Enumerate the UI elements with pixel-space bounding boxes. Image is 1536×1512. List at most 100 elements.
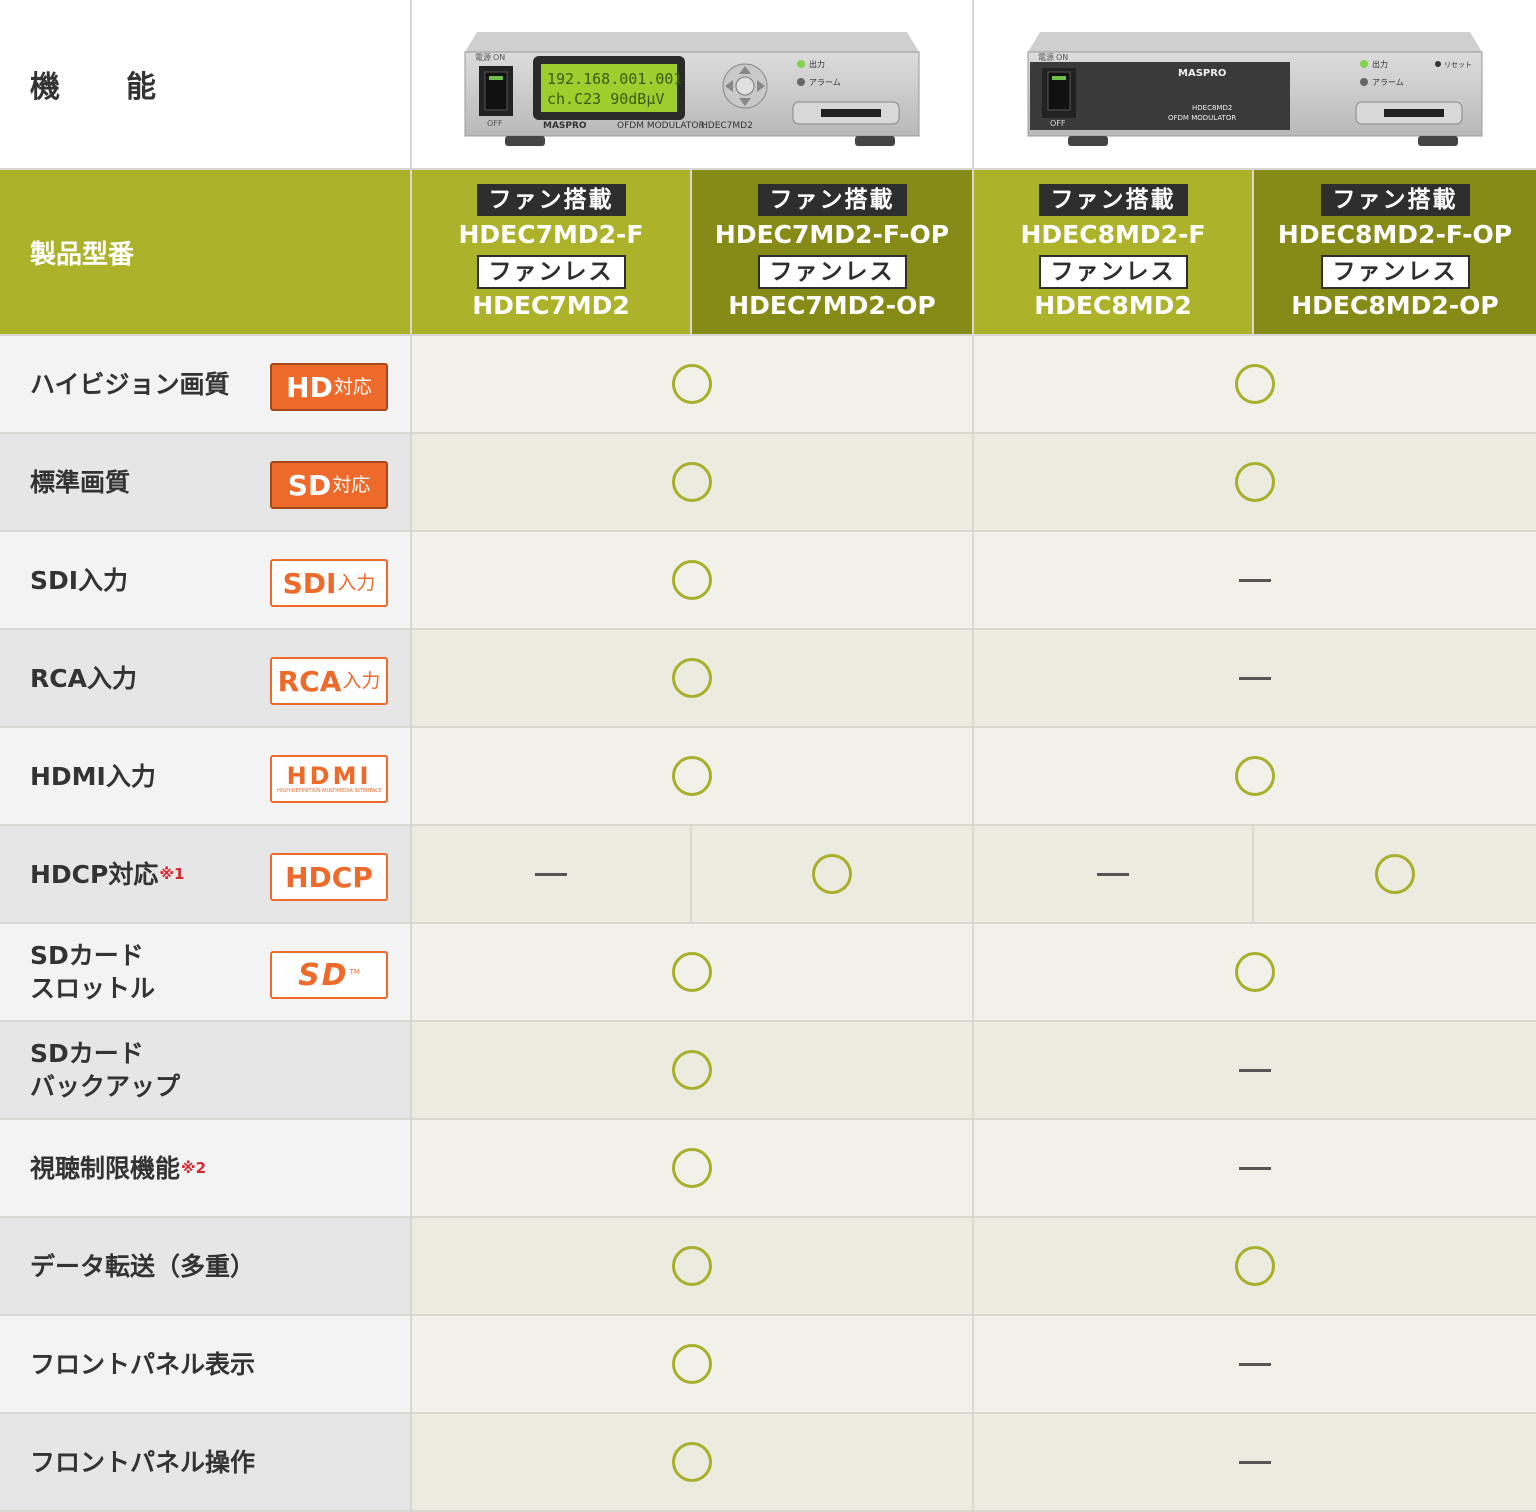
feature-value-hdec7	[412, 728, 972, 824]
badge-sub: HIGH-DEFINITION MULTIMEDIA INTERFACE	[277, 787, 382, 794]
feature-label: 視聴制限機能※2	[30, 1152, 206, 1185]
supported-circle-icon	[1235, 462, 1275, 502]
feature-value-hdec7	[412, 924, 972, 1020]
feature-label-line: バックアップ	[30, 1072, 181, 1101]
device-image-hdec8md2: 電源 ON OFF MASPRO HDEC8MD2 OFDM MODULATOR…	[974, 0, 1536, 168]
not-supported-dash-icon	[1239, 1166, 1271, 1170]
function-header-label: 機 能	[30, 70, 174, 105]
fanless-model-name: HDEC8MD2-OP	[1291, 291, 1499, 320]
badge-main: HDMI	[286, 761, 372, 790]
feature-label-cell: フロントパネル操作	[0, 1414, 410, 1510]
svg-text:MASPRO: MASPRO	[1178, 68, 1226, 79]
fan-model-name: HDEC8MD2-F-OP	[1277, 220, 1513, 249]
fanless-tag: ファンレス	[476, 255, 626, 289]
fan-tag: ファン搭載	[1320, 184, 1470, 216]
svg-text:MASPRO: MASPRO	[543, 121, 587, 131]
feature-label-cell: SDI入力 SDI 入力	[0, 532, 410, 628]
supported-circle-icon	[672, 658, 712, 698]
svg-text:電源: 電源	[1038, 53, 1054, 62]
not-supported-dash-icon	[1239, 676, 1271, 680]
feature-label-text: HDMI入力	[30, 761, 156, 791]
fanless-model-name: HDEC8MD2	[1034, 291, 1192, 320]
feature-value-hdec8	[974, 1316, 1536, 1412]
feature-value-hdec8	[974, 434, 1536, 530]
feature-label-cell: RCA入力 RCA 入力	[0, 630, 410, 726]
feature-badge: RCA 入力	[270, 657, 388, 705]
feature-label: SDカード バックアップ	[30, 1037, 180, 1103]
svg-text:出力: 出力	[1372, 59, 1388, 69]
feature-badge: SDI 入力	[270, 559, 388, 607]
svg-text:HDEC7MD2: HDEC7MD2	[701, 121, 753, 131]
supported-circle-icon	[672, 1050, 712, 1090]
supported-circle-icon	[672, 1246, 712, 1286]
feature-label-text: フロントパネル表示	[30, 1349, 256, 1379]
model-col-hdec7md2: ファン搭載 HDEC7MD2-F ファンレス HDEC7MD2	[412, 170, 690, 334]
fan-tag: ファン搭載	[476, 184, 626, 216]
feature-label-cell: HDCP対応※1 HDCP	[0, 826, 410, 922]
badge-main: HDCP	[285, 860, 373, 894]
feature-value-hdec8	[974, 728, 1536, 824]
feature-label: データ転送（多重）	[30, 1250, 255, 1283]
badge-main: SD	[298, 957, 349, 993]
feature-value-hdec8	[974, 1218, 1536, 1314]
fan-model-name: HDEC7MD2-F	[458, 220, 644, 249]
supported-circle-icon	[1235, 1246, 1275, 1286]
comparison-table: 機 能 電源 ON OFF 192.168.001.001 ch.C23 90d…	[0, 0, 1536, 1512]
device-image-hdec7md2: 電源 ON OFF 192.168.001.001 ch.C23 90dBμV …	[412, 0, 972, 168]
feature-value-hdec8	[974, 1022, 1536, 1118]
feature-label-cell: データ転送（多重）	[0, 1218, 410, 1314]
feature-label-cell: SDカード スロットル SD TM	[0, 924, 410, 1020]
feature-value-cell	[1254, 826, 1536, 922]
supported-circle-icon	[672, 1148, 712, 1188]
svg-text:出力: 出力	[809, 59, 825, 69]
model-number-label: 製品型番	[30, 239, 135, 270]
not-supported-dash-icon	[1239, 1068, 1271, 1072]
feature-value-hdec7	[412, 1218, 972, 1314]
not-supported-dash-icon	[1239, 1460, 1271, 1464]
fan-model-name: HDEC8MD2-F	[1020, 220, 1206, 249]
svg-text:ON: ON	[1056, 53, 1068, 62]
svg-text:ON: ON	[493, 53, 505, 62]
feature-value-hdec7	[412, 434, 972, 530]
supported-circle-icon	[812, 854, 852, 894]
feature-label: HDCP対応※1	[30, 858, 184, 891]
feature-value-hdec8	[974, 1414, 1536, 1510]
feature-value-hdec7	[412, 1414, 972, 1510]
badge-main: RCA	[277, 664, 342, 698]
feature-label-text: ハイビジョン画質	[30, 369, 230, 399]
feature-label: SDI入力	[30, 564, 128, 597]
svg-text:アラーム: アラーム	[809, 78, 841, 87]
badge-sub: 対応	[332, 473, 371, 496]
feature-label-cell: フロントパネル表示	[0, 1316, 410, 1412]
feature-value-hdec8	[974, 630, 1536, 726]
feature-value-hdec7	[412, 1316, 972, 1412]
function-header: 機 能	[0, 0, 410, 168]
feature-badge: HD 対応	[270, 363, 388, 411]
feature-label: ハイビジョン画質	[30, 368, 230, 401]
not-supported-dash-icon	[535, 872, 567, 876]
feature-value-hdec7	[412, 336, 972, 432]
feature-badge: HDMI HIGH-DEFINITION MULTIMEDIA INTERFACE	[270, 755, 388, 803]
footnote-mark: ※1	[159, 864, 185, 883]
feature-value-cell	[412, 826, 690, 922]
not-supported-dash-icon	[1239, 1362, 1271, 1366]
feature-label-cell: 視聴制限機能※2	[0, 1120, 410, 1216]
feature-label-text: フロントパネル操作	[30, 1447, 256, 1477]
supported-circle-icon	[1235, 952, 1275, 992]
feature-label-cell: 標準画質 SD 対応	[0, 434, 410, 530]
svg-text:電源: 電源	[475, 53, 491, 62]
feature-label-text: SDI入力	[30, 565, 129, 595]
badge-sub: 対応	[333, 375, 372, 398]
svg-text:OFF: OFF	[1050, 119, 1066, 128]
model-number-header: 製品型番	[0, 170, 410, 334]
feature-label-text: データ転送（多重）	[30, 1251, 256, 1281]
badge-sub: 入力	[337, 571, 376, 594]
fanless-tag: ファンレス	[757, 255, 907, 289]
feature-value-hdec8	[974, 1120, 1536, 1216]
badge-main: HD	[286, 370, 333, 404]
hdec8md2-device-illustration: 電源 ON OFF MASPRO HDEC8MD2 OFDM MODULATOR…	[1027, 32, 1483, 146]
svg-text:アラーム: アラーム	[1372, 78, 1404, 87]
svg-text:HDEC8MD2: HDEC8MD2	[1192, 104, 1232, 112]
svg-text:192.168.001.001: 192.168.001.001	[547, 70, 682, 88]
supported-circle-icon	[672, 1442, 712, 1482]
